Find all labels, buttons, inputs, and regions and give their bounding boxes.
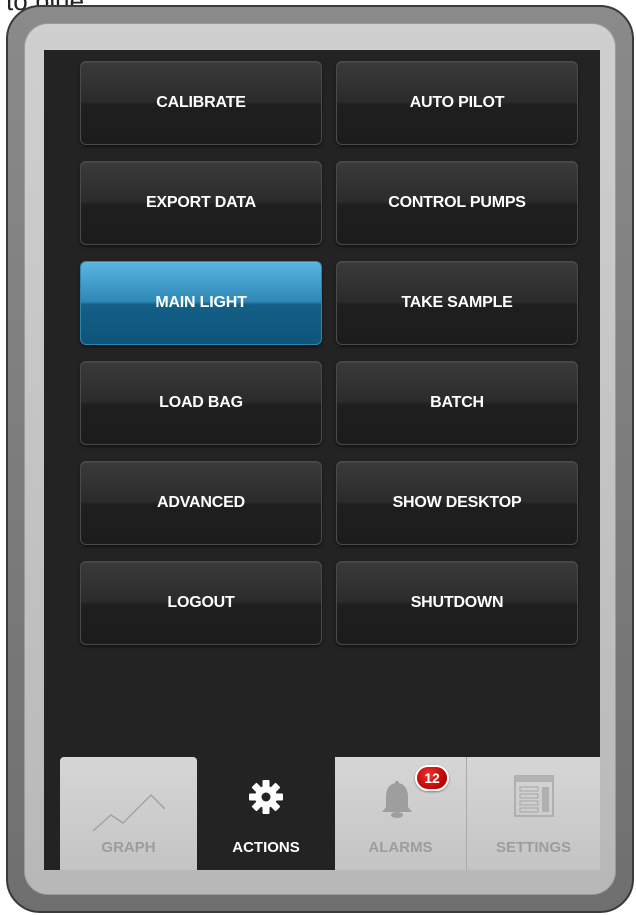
load-bag-button[interactable]: LOAD BAG [80,361,322,445]
alarm-count-badge: 12 [415,765,449,791]
tab-graph[interactable]: GRAPH [60,757,197,870]
gear-icon [249,780,283,814]
device-frame: CALIBRATE AUTO PILOT EXPORT DATA CONTROL… [6,5,634,913]
bell-icon [381,781,412,818]
batch-button[interactable]: BATCH [336,361,578,445]
tab-settings-label: SETTINGS [495,839,571,856]
control-pumps-button[interactable]: CONTROL PUMPS [336,161,578,245]
settings-list-icon [513,775,554,817]
logout-button[interactable]: LOGOUT [80,561,322,645]
calibrate-button[interactable]: CALIBRATE [80,61,322,145]
export-data-button[interactable]: EXPORT DATA [80,161,322,245]
tab-alarms-label: ALARMS [368,839,433,856]
take-sample-button[interactable]: TAKE SAMPLE [336,261,578,345]
tab-graph-label: GRAPH [101,839,156,856]
advanced-button[interactable]: ADVANCED [80,461,322,545]
bottom-tab-bar: GRAPH ACTIONS 12 ALARMS SETTINGS [60,757,600,870]
show-desktop-button[interactable]: SHOW DESKTOP [336,461,578,545]
tab-actions-label: ACTIONS [232,839,300,856]
screen: CALIBRATE AUTO PILOT EXPORT DATA CONTROL… [44,50,600,870]
main-light-button[interactable]: MAIN LIGHT [80,261,322,345]
tab-alarms[interactable]: 12 ALARMS [335,757,467,870]
tab-settings[interactable]: SETTINGS [467,757,600,870]
auto-pilot-button[interactable]: AUTO PILOT [336,61,578,145]
line-graph-icon [92,793,166,832]
shutdown-button[interactable]: SHUTDOWN [336,561,578,645]
tab-actions[interactable]: ACTIONS [197,757,335,870]
